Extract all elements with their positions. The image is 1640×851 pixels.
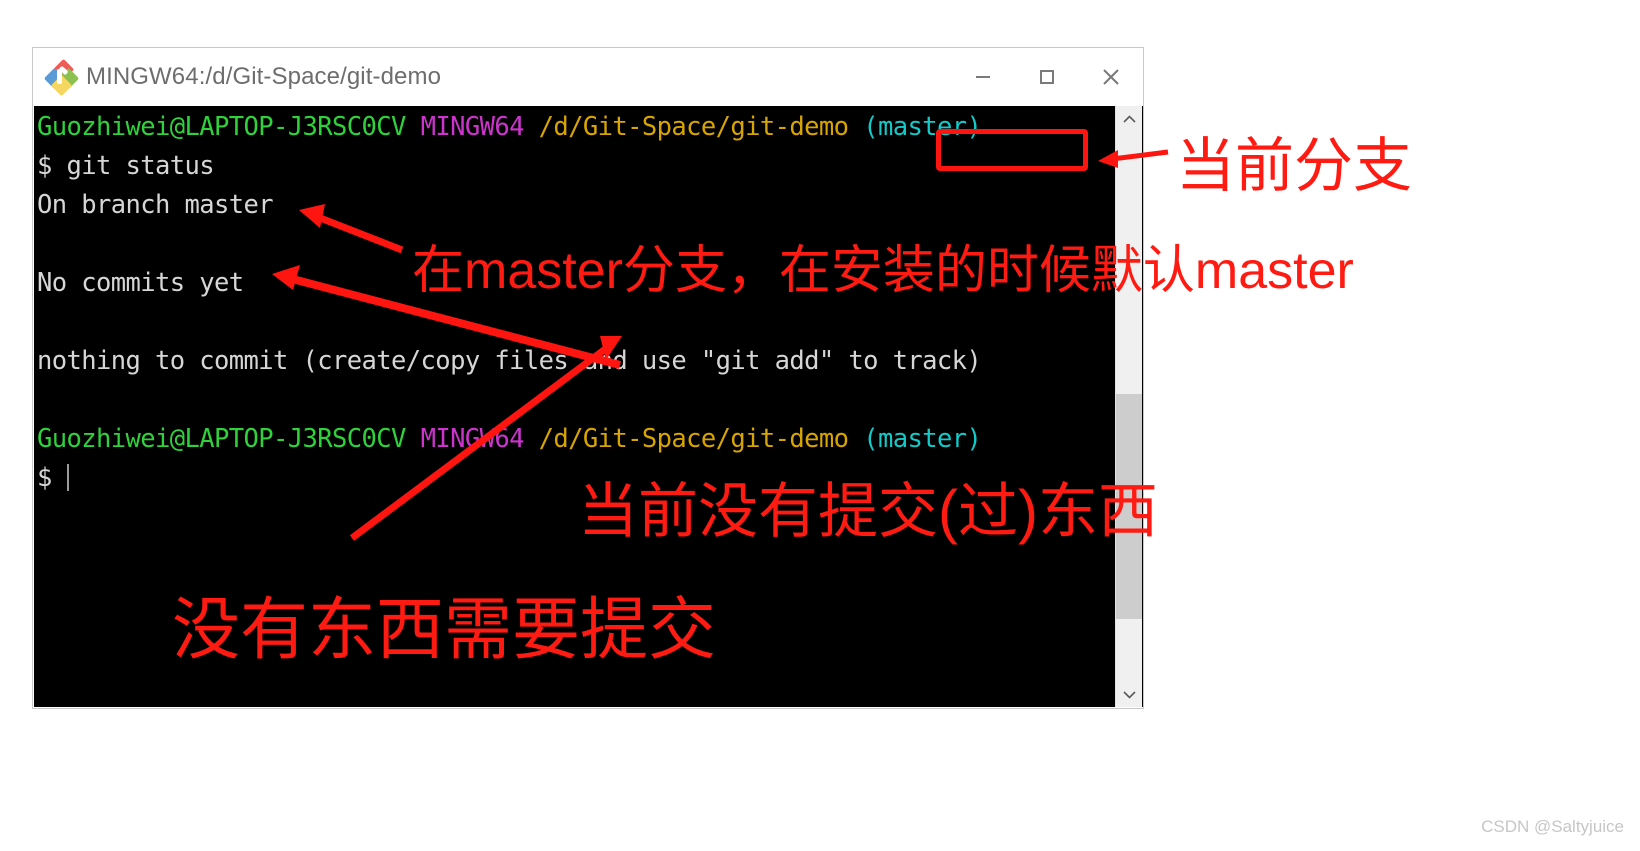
window-titlebar[interactable]: MINGW64:/d/Git-Space/git-demo (33, 48, 1143, 106)
terminal-segment: nothing to commit (create/copy files and… (37, 346, 982, 376)
terminal-segment: (master) (863, 424, 982, 454)
chevron-down-icon[interactable] (1116, 681, 1142, 707)
terminal-segment (37, 307, 52, 337)
terminal-line: Guozhiwei@LAPTOP-J3RSC0CV MINGW64 /d/Git… (37, 108, 1137, 147)
terminal-line: nothing to commit (create/copy files and… (37, 342, 1137, 381)
terminal-output-area[interactable]: Guozhiwei@LAPTOP-J3RSC0CV MINGW64 /d/Git… (34, 106, 1143, 707)
terminal-scrollbar[interactable] (1115, 106, 1142, 707)
watermark: CSDN @Saltyjuice (1481, 817, 1624, 836)
terminal-segment: $ (37, 463, 67, 493)
terminal-segment: Guozhiwei@LAPTOP-J3RSC0CV (37, 424, 406, 454)
terminal-line: No commits yet (37, 264, 1137, 303)
terminal-segment: Guozhiwei@LAPTOP-J3RSC0CV (37, 112, 406, 142)
close-icon[interactable] (1079, 48, 1143, 106)
anno-current-branch: 当前分支 (1176, 133, 1413, 199)
terminal-line: $ git status (37, 147, 1137, 186)
mingw64-terminal-window: MINGW64:/d/Git-Space/git-demo Guozhiwei@… (32, 47, 1144, 709)
terminal-segment: (master) (863, 112, 982, 142)
terminal-segment (848, 112, 863, 142)
minimize-icon[interactable] (951, 48, 1015, 106)
terminal-segment: MINGW64 (420, 112, 525, 142)
terminal-line: $ (37, 459, 1137, 498)
chevron-up-icon[interactable] (1116, 106, 1142, 132)
terminal-line (37, 225, 1137, 264)
window-controls (951, 48, 1143, 106)
terminal-segment: /d/Git-Space/git-demo (538, 112, 849, 142)
terminal-line (37, 303, 1137, 342)
git-logo-icon (43, 58, 80, 97)
terminal-line: Guozhiwei@LAPTOP-J3RSC0CV MINGW64 /d/Git… (37, 420, 1137, 459)
terminal-line: On branch master (37, 186, 1137, 225)
terminal-segment: /d/Git-Space/git-demo (538, 424, 849, 454)
terminal-line (37, 381, 1137, 420)
terminal-segment: MINGW64 (420, 424, 525, 454)
maximize-icon[interactable] (1015, 48, 1079, 106)
terminal-segment (524, 424, 539, 454)
terminal-segment (406, 112, 421, 142)
terminal-text: Guozhiwei@LAPTOP-J3RSC0CV MINGW64 /d/Git… (37, 108, 1137, 498)
terminal-segment: On branch master (37, 190, 274, 220)
terminal-cursor (66, 464, 80, 491)
terminal-segment (37, 385, 52, 415)
terminal-segment: No commits yet (37, 268, 244, 298)
window-title: MINGW64:/d/Git-Space/git-demo (86, 63, 442, 90)
terminal-segment (848, 424, 863, 454)
screenshot-root: MINGW64:/d/Git-Space/git-demo Guozhiwei@… (0, 0, 1640, 851)
terminal-segment: $ git status (37, 151, 215, 181)
scrollbar-thumb[interactable] (1116, 394, 1142, 619)
terminal-segment (406, 424, 421, 454)
terminal-segment (524, 112, 539, 142)
terminal-segment (37, 229, 52, 259)
